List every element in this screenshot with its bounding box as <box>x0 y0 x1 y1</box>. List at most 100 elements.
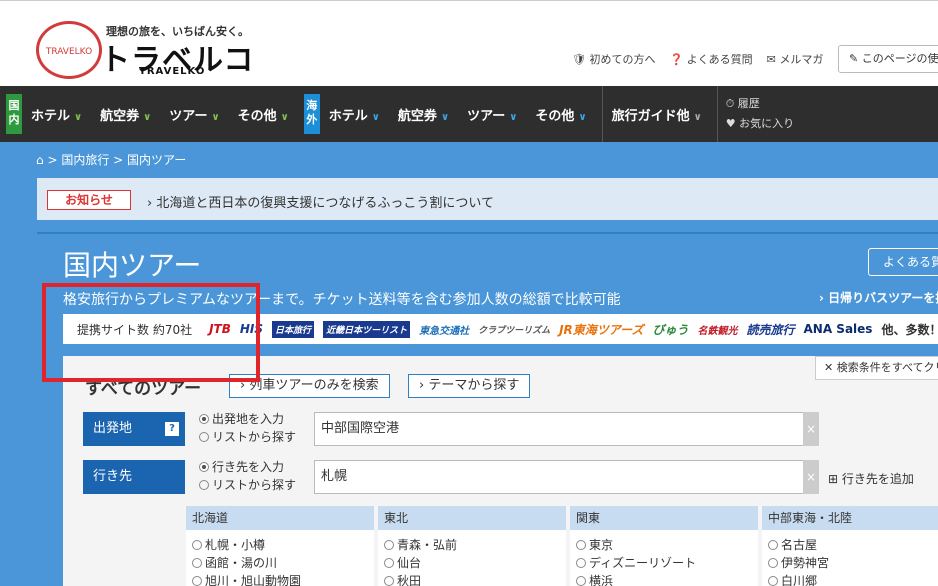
history-link[interactable]: ⏱ 履歴 <box>726 94 794 114</box>
region-item[interactable]: 秋田 <box>384 572 560 586</box>
nav-overseas-air[interactable]: 航空券 ∨ <box>389 105 458 124</box>
clear-all-button[interactable]: ✕ 検索条件をすべてクリア <box>815 356 938 380</box>
radio-icon <box>768 576 778 586</box>
partner-logo-tokyu: 東急交通社 <box>419 325 470 337</box>
home-icon[interactable]: ⌂ <box>36 153 44 167</box>
nav-label: ホテル <box>31 108 71 124</box>
radio-icon <box>576 558 586 568</box>
radio-label: 行き先を入力 <box>212 460 285 474</box>
nav-domestic-air[interactable]: 航空券 ∨ <box>91 105 160 124</box>
theme-search-button[interactable]: › テーマから探す <box>408 374 531 398</box>
origin-input-radio[interactable]: 出発地を入力 <box>199 410 296 428</box>
region-item-label: 伊勢神宮 <box>781 556 830 570</box>
page-usage-button[interactable]: ✎ このページの使い方 <box>838 45 938 73</box>
chevron-down-icon: ∨ <box>211 111 220 123</box>
radio-icon <box>192 540 202 550</box>
region-item-label: ディズニーリゾート <box>589 556 697 570</box>
region-item[interactable]: 青森・弘前 <box>384 536 560 554</box>
beginner-link[interactable]: 🛡 初めての方へ <box>572 51 655 67</box>
region-item-label: 函館・湯の川 <box>205 556 278 570</box>
newsletter-link[interactable]: ✉ メルマガ <box>767 51 824 67</box>
nav-overseas-hotel[interactable]: ホテル ∨ <box>320 105 389 124</box>
nav-domestic-other[interactable]: その他 ∨ <box>229 105 298 124</box>
partners-more: 他、多数！ <box>881 322 938 337</box>
region-item[interactable]: 仙台 <box>384 554 560 572</box>
origin-list-radio[interactable]: リストから探す <box>199 428 296 446</box>
region-column: 中部東海・北陸 名古屋 伊勢神宮 白川郷 <box>762 506 938 586</box>
chevron-down-icon: ∨ <box>74 111 83 123</box>
favorites-label: お気に入り <box>739 117 795 130</box>
faq-button[interactable]: よくある質問 <box>868 248 938 276</box>
nav-label: 航空券 <box>397 108 437 124</box>
nav-label: ツアー <box>467 108 506 124</box>
destination-input[interactable]: 札幌 <box>314 460 804 494</box>
chevron-down-icon: ∨ <box>578 111 587 123</box>
region-item[interactable]: 横浜 <box>576 572 752 586</box>
theme-search-label: テーマから探す <box>428 378 520 393</box>
radio-label: リストから探す <box>212 478 297 492</box>
region-item[interactable]: 名古屋 <box>768 536 938 554</box>
nav-domestic-tour[interactable]: ツアー ∨ <box>160 105 228 124</box>
favorites-link[interactable]: ♥ お気に入り <box>726 114 794 134</box>
region-items: 名古屋 伊勢神宮 白川郷 <box>762 530 938 586</box>
nav-label: ホテル <box>328 108 368 124</box>
bus-tour-label: 日帰りバスツアーを探す <box>828 291 938 305</box>
region-item[interactable]: 旭川・旭山動物園 <box>192 572 368 586</box>
origin-input[interactable]: 中部国際空港 <box>314 412 804 446</box>
region-item[interactable]: 札幌・小樽 <box>192 536 368 554</box>
nav-overseas-other[interactable]: その他 ∨ <box>526 105 595 124</box>
region-item[interactable]: 函館・湯の川 <box>192 554 368 572</box>
notice-bar: お知らせ › 北海道と西日本の復興支援につなげるふっこう割について <box>37 178 938 220</box>
region-header: 中部東海・北陸 <box>762 506 938 530</box>
origin-clear-icon[interactable]: × <box>803 412 819 446</box>
region-item[interactable]: ディズニーリゾート <box>576 554 752 572</box>
origin-mode: 出発地を入力 リストから探す <box>199 410 296 446</box>
region-item[interactable]: 白川郷 <box>768 572 938 586</box>
chevron-down-icon: ∨ <box>143 111 152 123</box>
highlight-annotation-box <box>42 283 260 382</box>
destination-label: 行き先 <box>83 460 185 494</box>
nav-guide[interactable]: 旅行ガイド他 ∨ <box>603 105 711 124</box>
partner-logo-yomiuri: 読売旅行 <box>746 322 795 337</box>
radio-icon <box>384 558 394 568</box>
destination-list-radio[interactable]: リストから探す <box>199 476 296 494</box>
breadcrumb-text[interactable]: 国内旅行 > 国内ツアー <box>61 153 186 167</box>
region-column: 北海道 札幌・小樽 函館・湯の川 旭川・旭山動物園 <box>186 506 374 586</box>
faq-link[interactable]: ❓ よくある質問 <box>669 51 752 67</box>
chevron-down-icon: ∨ <box>371 111 380 123</box>
nav-overseas-tour[interactable]: ツアー ∨ <box>458 105 526 124</box>
region-item-label: 仙台 <box>397 556 422 570</box>
region-list: 北海道 札幌・小樽 函館・湯の川 旭川・旭山動物園 東北 青森・弘前 仙台 秋田… <box>186 506 938 586</box>
breadcrumb: ⌂ > 国内旅行 > 国内ツアー <box>36 153 187 167</box>
partner-logo-meitetsu: 名鉄観光 <box>697 325 738 337</box>
overseas-badge: 海外 <box>303 94 320 134</box>
logo-circle-text: TRAVELKO <box>45 47 93 57</box>
region-column: 東北 青森・弘前 仙台 秋田 <box>378 506 566 586</box>
destination-input-radio[interactable]: 行き先を入力 <box>199 458 296 476</box>
search-panel: すべてのツアー › 列車ツアーのみを検索 › テーマから探す ✕ 検索条件をすべ… <box>63 356 938 586</box>
bus-tour-link[interactable]: › 日帰りバスツアーを探す <box>819 289 938 306</box>
train-tour-label: 列車ツアーのみを検索 <box>249 378 379 393</box>
faq-link-label: よくある質問 <box>686 53 753 66</box>
heart-icon: ♥ <box>725 117 736 130</box>
destination-clear-icon[interactable]: × <box>803 460 819 494</box>
radio-icon <box>576 540 586 550</box>
help-icon[interactable]: ? <box>165 422 179 436</box>
logo-mascot-icon[interactable]: TRAVELKO <box>36 21 102 79</box>
region-item-label: 名古屋 <box>781 538 818 552</box>
region-item[interactable]: 伊勢神宮 <box>768 554 938 572</box>
radio-icon <box>768 540 778 550</box>
nav-label: 旅行ガイド他 <box>611 108 690 124</box>
region-item-label: 旭川・旭山動物園 <box>205 574 302 586</box>
clock-icon: ⏱ <box>725 97 735 110</box>
partner-logo-jrtokai: JR東海ツアーズ <box>559 322 644 337</box>
radio-icon <box>192 558 202 568</box>
notice-link[interactable]: › 北海道と西日本の復興支援につなげるふっこう割について <box>147 192 494 211</box>
region-item[interactable]: 東京 <box>576 536 752 554</box>
radio-icon <box>199 432 209 442</box>
add-destination-link[interactable]: ⊞ 行き先を追加 <box>828 470 914 487</box>
region-item-label: 東京 <box>589 538 614 552</box>
radio-checked-icon <box>199 414 209 424</box>
radio-checked-icon <box>199 462 209 472</box>
nav-domestic-hotel[interactable]: ホテル ∨ <box>22 105 91 124</box>
